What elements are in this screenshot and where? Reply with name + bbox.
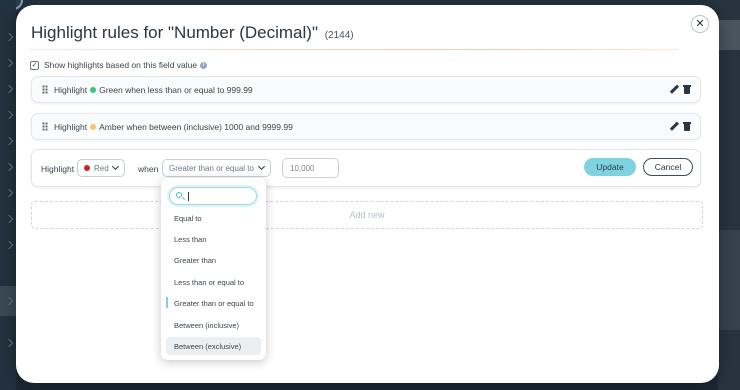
background-right-panel bbox=[718, 0, 740, 390]
chevron-right-icon bbox=[4, 58, 14, 68]
rule-description: Amber when between (inclusive) 1000 and … bbox=[99, 121, 293, 132]
amber-dot-icon bbox=[90, 123, 97, 130]
background-sidebar bbox=[0, 0, 16, 390]
background-block bbox=[718, 20, 740, 50]
text-cursor bbox=[188, 192, 189, 201]
dropdown-search-input[interactable] bbox=[169, 187, 257, 205]
green-dot-icon bbox=[90, 86, 97, 93]
color-select[interactable]: Red bbox=[77, 159, 125, 177]
chevron-down-icon bbox=[111, 162, 120, 171]
chevron-right-icon bbox=[4, 136, 14, 146]
red-dot-icon bbox=[84, 165, 90, 171]
trash-icon[interactable] bbox=[683, 85, 691, 94]
chevron-right-icon bbox=[4, 338, 14, 348]
modal-title-text: Highlight rules for "Number (Decimal)" bbox=[31, 23, 318, 42]
modal-title: Highlight rules for "Number (Decimal)" (… bbox=[31, 23, 354, 43]
background-block bbox=[718, 230, 740, 330]
rule-row-amber[interactable]: Highlight Amber when between (inclusive)… bbox=[31, 113, 701, 140]
chevron-right-icon bbox=[4, 240, 14, 250]
highlight-label: Highlight bbox=[41, 164, 75, 174]
show-highlights-label: Show highlights based on this field valu… bbox=[44, 60, 198, 70]
chevron-right-icon bbox=[4, 110, 14, 120]
update-button[interactable]: Update bbox=[584, 158, 636, 176]
drag-handle-icon[interactable] bbox=[42, 85, 48, 94]
rule-description: Green when less than or equal to 999.99 bbox=[99, 84, 253, 95]
title-divider bbox=[30, 49, 678, 50]
chevron-down-icon bbox=[257, 162, 266, 171]
chevron-right-icon bbox=[4, 214, 14, 224]
color-select-value: Red bbox=[94, 163, 109, 173]
chevron-right-icon bbox=[4, 84, 14, 94]
close-icon: ✕ bbox=[695, 17, 705, 30]
operator-select-value: Greater than or equal to bbox=[169, 163, 254, 173]
option-label: Less than bbox=[174, 234, 207, 244]
record-count: (2144) bbox=[324, 30, 354, 41]
close-button[interactable]: ✕ bbox=[691, 15, 709, 33]
chevron-right-icon bbox=[4, 162, 14, 172]
add-new-label: Add new bbox=[349, 210, 385, 220]
option-less-than[interactable]: Less than bbox=[166, 230, 261, 248]
option-greater-than[interactable]: Greater than bbox=[166, 251, 261, 269]
drag-handle-icon[interactable] bbox=[42, 122, 48, 131]
add-new-button[interactable]: Add new bbox=[31, 201, 703, 229]
search-icon bbox=[176, 192, 182, 198]
option-between-inclusive[interactable]: Between (inclusive) bbox=[166, 316, 261, 334]
when-label: when bbox=[138, 164, 159, 174]
show-highlights-checkbox[interactable]: ✓ bbox=[30, 60, 39, 70]
pencil-icon[interactable] bbox=[670, 85, 678, 94]
cancel-button-label: Cancel bbox=[654, 162, 682, 172]
option-label: Greater than or equal to bbox=[174, 298, 254, 308]
update-button-label: Update bbox=[596, 162, 624, 172]
show-highlights-row: ✓ Show highlights based on this field va… bbox=[30, 60, 208, 70]
option-equal-to[interactable]: Equal to bbox=[166, 209, 261, 227]
rule-prefix: Highlight bbox=[54, 84, 88, 95]
chevron-right-icon bbox=[4, 188, 14, 198]
chevron-right-icon bbox=[4, 32, 14, 42]
option-greater-than-or-equal-to[interactable]: Greater than or equal to bbox=[166, 294, 261, 312]
option-label: Between (inclusive) bbox=[174, 320, 240, 330]
option-label: Between (exclusive) bbox=[174, 341, 242, 351]
pencil-icon[interactable] bbox=[670, 122, 678, 131]
highlight-rules-modal: Highlight rules for "Number (Decimal)" (… bbox=[16, 5, 719, 383]
rule-row-green[interactable]: Highlight Green when less than or equal … bbox=[31, 76, 701, 103]
option-label: Greater than bbox=[174, 255, 217, 265]
info-icon[interactable]: i bbox=[200, 61, 208, 69]
option-less-than-or-equal-to[interactable]: Less than or equal to bbox=[166, 273, 261, 291]
rule-prefix: Highlight bbox=[54, 121, 88, 132]
rule-editor-row: Highlight Red when Greater than or equal… bbox=[31, 149, 701, 187]
option-label: Equal to bbox=[174, 213, 202, 223]
option-label: Less than or equal to bbox=[174, 277, 245, 287]
value-input[interactable] bbox=[282, 158, 339, 178]
option-between-exclusive[interactable]: Between (exclusive) bbox=[166, 337, 261, 355]
cancel-button[interactable]: Cancel bbox=[643, 158, 693, 176]
trash-icon[interactable] bbox=[683, 122, 691, 131]
operator-dropdown: Equal to Less than Greater than Less tha… bbox=[161, 178, 266, 360]
operator-select[interactable]: Greater than or equal to bbox=[162, 159, 271, 177]
